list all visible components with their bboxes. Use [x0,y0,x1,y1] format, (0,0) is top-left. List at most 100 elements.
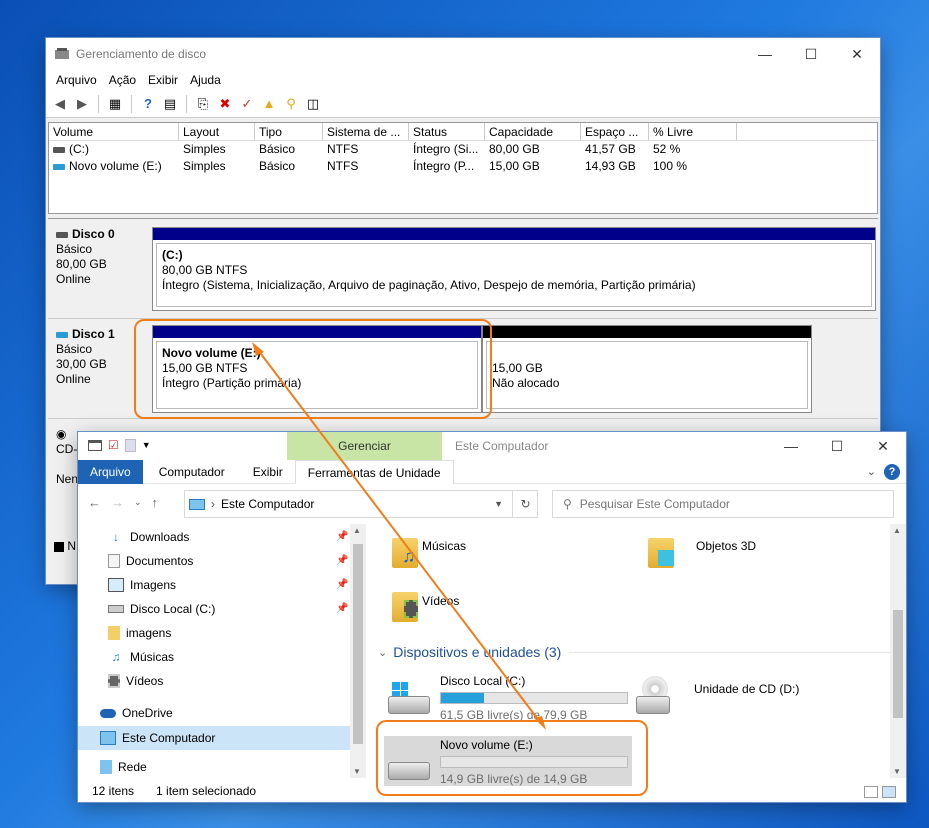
properties-icon[interactable]: ▤ [160,94,180,114]
back-icon[interactable]: ◀ [50,94,70,114]
minimize-button[interactable]: — [742,38,788,70]
column-tipo[interactable]: Tipo [255,123,323,140]
pin-icon[interactable]: 📌 [336,579,348,590]
forward-icon[interactable]: ▶ [72,94,92,114]
column-capacidade[interactable]: Capacidade [485,123,581,140]
pin-icon[interactable]: 📌 [336,555,348,566]
menu-ajuda[interactable]: Ajuda [184,73,227,87]
sistema-cell: NTFS [327,159,359,173]
large-icons-view-icon[interactable] [882,786,896,798]
menu-exibir[interactable]: Exibir [142,73,184,87]
partition-bar [153,228,875,240]
status-cell: Íntegro (Si... [413,142,479,156]
scroll-up-icon[interactable]: ▲ [353,526,361,535]
table-row[interactable]: (C:) Simples Básico NTFS Íntegro (Si... … [49,141,877,158]
folder-objetos-3d[interactable]: Objetos 3D [648,532,798,576]
nav-item-documentos[interactable]: Documentos [108,550,193,572]
disk-size: 30,00 GB [56,357,107,371]
menu-acao[interactable]: Ação [103,73,142,87]
search-icon[interactable]: ⚲ [281,94,301,114]
group-header[interactable]: ⌄ Dispositivos e unidades (3) [378,644,890,660]
pin-icon[interactable]: 📌 [336,603,348,614]
connect-icon[interactable]: ⎘ [193,94,213,114]
selection-count: 1 item selecionado [156,784,257,798]
nav-item-disco-local[interactable]: Disco Local (C:) [108,598,215,620]
checklist-icon[interactable]: ☑ [108,438,119,452]
refresh-button[interactable]: ↻ [512,490,538,518]
partition-c[interactable]: (C:) 80,00 GB NTFS Íntegro (Sistema, Ini… [152,227,876,311]
column-espaco[interactable]: Espaço ... [581,123,649,140]
back-arrow-icon[interactable]: ← [88,495,101,510]
nav-item-videos[interactable]: Vídeos [108,670,163,692]
new-folder-icon[interactable] [124,438,136,452]
minimize-button[interactable]: — [768,432,814,460]
legend: N [54,539,76,553]
scroll-down-icon[interactable]: ▼ [893,767,901,776]
details-view-icon[interactable] [864,786,878,798]
tab-exibir[interactable]: Exibir [241,460,295,484]
breadcrumb[interactable]: Este Computador [221,497,314,511]
search-input[interactable]: ⚲ Pesquisar Este Computador [552,490,894,518]
layout-cell: Simples [183,159,226,173]
disk-0-label[interactable]: Disco 0 Básico 80,00 GB Online [56,227,115,287]
maximize-button[interactable]: ☐ [788,38,834,70]
help-icon[interactable]: ? [884,464,900,480]
folder-musicas[interactable]: ♫ Músicas [392,532,542,576]
address-dropdown-icon[interactable]: ▼ [494,499,503,509]
tab-ferramentas-de-unidade[interactable]: Ferramentas de Unidade [294,459,454,484]
nav-item-este-computador[interactable]: Este Computador [78,726,350,750]
pin-icon[interactable]: 📌 [336,531,348,542]
column-sistema[interactable]: Sistema de ... [323,123,409,140]
up-arrow-icon[interactable]: ↑ [152,495,159,510]
table-row[interactable]: Novo volume (E:) Simples Básico NTFS Ínt… [49,158,877,175]
check-icon[interactable]: ✓ [237,94,257,114]
column-volume[interactable]: Volume [49,123,179,140]
item-count: 12 itens [92,784,135,798]
manage-tab-header[interactable]: Gerenciar [287,432,442,460]
help-icon[interactable]: ? [138,94,158,114]
tab-arquivo[interactable]: Arquivo [78,459,143,484]
maximize-button[interactable]: ☐ [814,432,860,460]
disk-1-row: Disco 1 Básico 30,00 GB Online Novo volu… [48,319,878,419]
tab-computador[interactable]: Computador [143,460,241,484]
nav-item-downloads[interactable]: ↓ Downloads [108,526,189,548]
address-bar[interactable]: › Este Computador ▼ [184,490,538,518]
folder-icon [108,626,120,640]
livre-cell: 100 % [653,159,688,173]
unallocated-space[interactable]: 15,00 GB Não alocado [482,325,812,413]
scroll-thumb[interactable] [893,610,903,718]
column-livre[interactable]: % Livre [649,123,737,140]
nav-item-onedrive[interactable]: OneDrive [100,702,173,724]
export-icon[interactable]: ▲ [259,94,279,114]
menu-arquivo[interactable]: Arquivo [50,73,103,87]
chevron-down-icon[interactable]: ⌄ [867,465,876,478]
nav-item-musicas[interactable]: ♫ Músicas [108,646,175,668]
chevron-down-icon[interactable]: ⌄ [378,646,387,659]
content-scrollbar[interactable]: ▲ ▼ [890,524,906,778]
scroll-thumb[interactable] [353,544,363,744]
view-icon[interactable]: ◫ [303,94,323,114]
layout-cell: Simples [183,142,226,156]
nav-scrollbar[interactable]: ▲ ▼ [350,524,366,778]
drive-d[interactable]: Unidade de CD (D:) [634,674,874,718]
nav-item-imagens-folder[interactable]: imagens [108,622,171,644]
close-button[interactable]: ✕ [860,432,906,460]
nav-item-rede[interactable]: Rede [100,758,147,774]
drive-c[interactable]: Disco Local (C:) 61,5 GB livre(s) de 79,… [378,674,638,722]
customize-dropdown-icon[interactable]: ▼ [142,440,151,450]
forward-arrow-icon[interactable]: → [111,495,124,510]
nav-label: Músicas [130,650,175,664]
recent-dropdown-icon[interactable]: ⌄ [134,497,142,508]
close-button[interactable]: ✕ [834,38,880,70]
column-layout[interactable]: Layout [179,123,255,140]
disk-type: Básico [56,342,93,356]
nav-item-imagens[interactable]: Imagens [108,574,176,596]
console-tree-icon[interactable]: ▦ [105,94,125,114]
disk-1-label[interactable]: Disco 1 Básico 30,00 GB Online [56,327,115,387]
delete-icon[interactable]: ✖ [215,94,235,114]
cd-icon: ◉ [56,427,67,441]
scroll-down-icon[interactable]: ▼ [353,767,361,776]
scroll-up-icon[interactable]: ▲ [893,526,901,535]
folder-videos[interactable]: Vídeos [392,586,542,630]
column-status[interactable]: Status [409,123,485,140]
